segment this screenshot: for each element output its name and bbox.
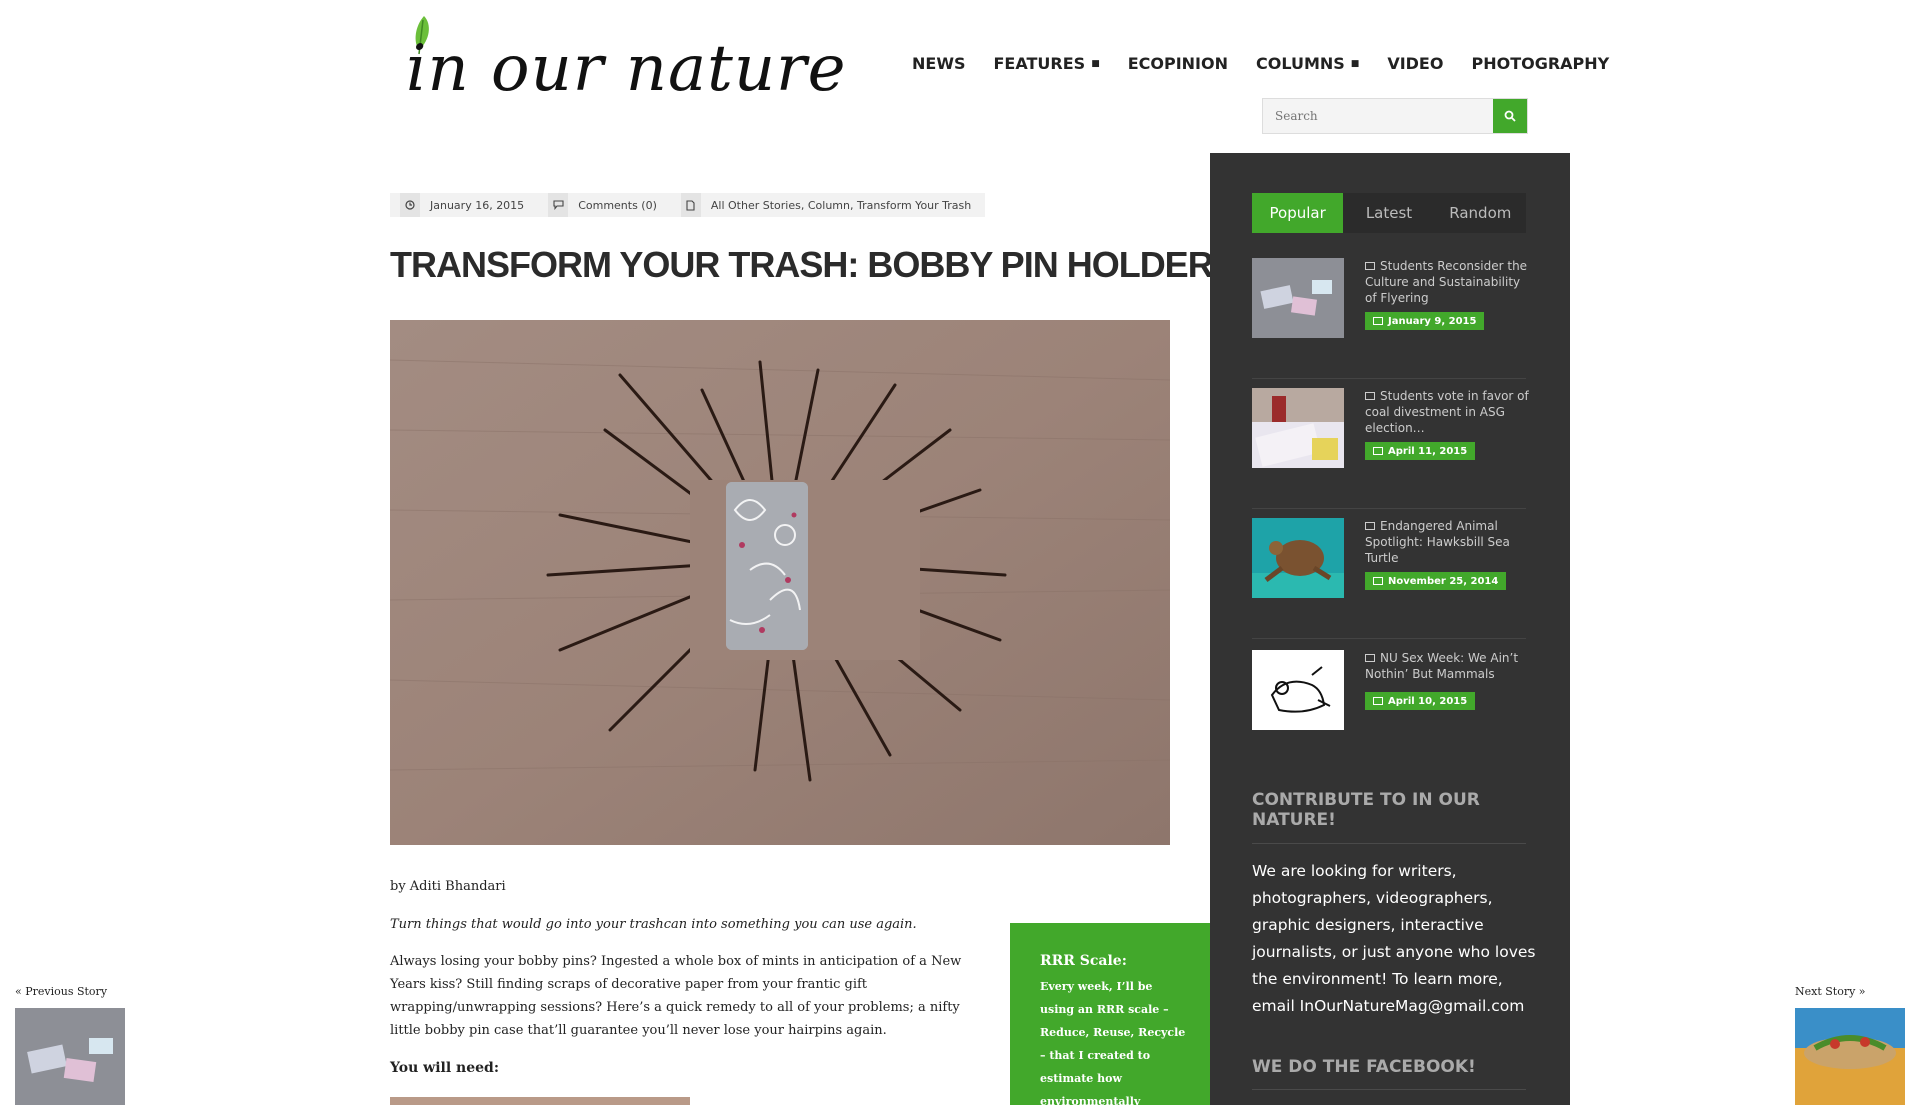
previous-story-link[interactable]: « Previous Story	[15, 985, 107, 998]
post-title-text: NU Sex Week: We Ain’t Nothin’ But Mammal…	[1365, 651, 1519, 681]
search-icon	[1504, 110, 1516, 122]
tab-popular[interactable]: Popular	[1252, 193, 1344, 233]
post-date-text: April 10, 2015	[1388, 695, 1468, 707]
post-date-badge: November 25, 2014	[1365, 572, 1507, 590]
you-will-need-heading: You will need:	[390, 1060, 499, 1076]
dropdown-caret-icon: ■	[1091, 58, 1100, 69]
nav-features[interactable]: FEATURES ■	[994, 54, 1100, 73]
nav-label: VIDEO	[1387, 54, 1444, 73]
image-icon	[1365, 522, 1375, 530]
post-title[interactable]: Students Reconsider the Culture and Sust…	[1365, 258, 1530, 306]
post-thumbnail[interactable]	[1252, 388, 1344, 468]
clock-icon	[400, 193, 420, 217]
meta-date-text: January 16, 2015	[430, 198, 525, 212]
post-title-text: Students vote in favor of coal divestmen…	[1365, 389, 1529, 435]
meta-categories-text: All Other Stories, Column, Transform You…	[710, 198, 972, 212]
popular-post[interactable]: NU Sex Week: We Ain’t Nothin’ But Mammal…	[1252, 650, 1526, 770]
nav-video[interactable]: VIDEO	[1387, 54, 1443, 73]
site-logo[interactable]: in our nature	[400, 12, 890, 112]
nav-photography[interactable]: PHOTOGRAPHY	[1471, 54, 1609, 73]
article-title: TRANSFORM YOUR TRASH: BOBBY PIN HOLDER	[390, 244, 1214, 285]
nav-label: COLUMNS	[1256, 54, 1345, 73]
post-date-text: November 25, 2014	[1388, 575, 1499, 587]
image-icon	[1373, 317, 1383, 325]
post-meta: January 16, 2015 Comments (0) All Other …	[390, 193, 986, 217]
rrr-scale-box: RRR Scale: Every week, I’ll be using an …	[1010, 923, 1210, 1105]
rrr-title: RRR Scale:	[1040, 953, 1127, 969]
intro-text: Turn things that would go into your tras…	[390, 917, 917, 932]
nav-news[interactable]: NEWS	[912, 54, 966, 73]
image-icon	[1365, 392, 1375, 400]
nav-label: ECOPINION	[1127, 54, 1228, 73]
next-story-thumbnail[interactable]	[1795, 1008, 1905, 1105]
next-story-link[interactable]: Next Story »	[1795, 985, 1866, 998]
post-title[interactable]: Students vote in favor of coal divestmen…	[1365, 388, 1530, 436]
contribute-heading: CONTRIBUTE TO IN OUR NATURE!	[1252, 790, 1480, 830]
post-title[interactable]: Endangered Animal Spotlight: Hawksbill S…	[1365, 518, 1530, 566]
sidebar-tabs: Popular Latest Random	[1252, 193, 1526, 233]
previous-story-thumbnail[interactable]	[15, 1008, 125, 1105]
post-date-badge: April 10, 2015	[1365, 692, 1476, 710]
rrr-text: Every week, I’ll be using an RRR scale –…	[1040, 980, 1186, 1105]
comment-icon	[548, 193, 569, 217]
divider	[1252, 843, 1526, 844]
nav-label: NEWS	[912, 54, 966, 73]
byline: by Aditi Bhandari	[390, 879, 506, 894]
post-thumbnail[interactable]	[1252, 258, 1344, 338]
dropdown-caret-icon: ■	[1350, 58, 1360, 69]
featured-image	[390, 320, 1170, 845]
sidebar: Popular Latest Random Students Reconside…	[1210, 153, 1570, 1105]
meta-categories[interactable]: All Other Stories, Column, Transform You…	[671, 193, 985, 217]
meta-comments[interactable]: Comments (0)	[538, 193, 671, 217]
logo-text: in our nature	[406, 32, 847, 106]
facebook-heading: WE DO THE FACEBOOK!	[1252, 1057, 1476, 1077]
popular-post[interactable]: Students vote in favor of coal divestmen…	[1252, 388, 1529, 509]
tab-latest[interactable]: Latest	[1343, 193, 1434, 233]
search-button[interactable]	[1493, 99, 1527, 133]
search-box	[1262, 98, 1528, 134]
post-thumbnail[interactable]	[1252, 518, 1344, 598]
main-nav: NEWS FEATURES ■ ECOPINION COLUMNS ■ VIDEO …	[912, 54, 1637, 73]
post-title[interactable]: NU Sex Week: We Ain’t Nothin’ But Mammal…	[1365, 650, 1530, 682]
document-icon	[680, 193, 701, 217]
image-icon	[1373, 697, 1383, 705]
meta-comments-text: Comments (0)	[578, 198, 657, 212]
search-input[interactable]	[1263, 99, 1491, 133]
meta-date: January 16, 2015	[390, 193, 538, 217]
nav-ecopinion[interactable]: ECOPINION	[1128, 54, 1228, 73]
post-date-badge: April 11, 2015	[1365, 442, 1476, 460]
nav-label: PHOTOGRAPHY	[1471, 54, 1610, 73]
popular-post[interactable]: Endangered Animal Spotlight: Hawksbill S…	[1252, 518, 1526, 639]
image-icon	[1365, 262, 1375, 270]
body-paragraph: Always losing your bobby pins? Ingested …	[390, 954, 962, 1038]
nav-label: FEATURES	[993, 54, 1086, 73]
post-title-text: Students Reconsider the Culture and Sust…	[1365, 259, 1528, 305]
image-icon	[1373, 577, 1383, 585]
nav-columns[interactable]: COLUMNS ■	[1256, 54, 1359, 73]
contribute-text: We are looking for writers, photographer…	[1252, 862, 1536, 1015]
post-title-text: Endangered Animal Spotlight: Hawksbill S…	[1365, 519, 1510, 565]
post-date-text: January 9, 2015	[1388, 315, 1477, 327]
popular-post[interactable]: Students Reconsider the Culture and Sust…	[1252, 258, 1527, 379]
post-date-text: April 11, 2015	[1388, 445, 1468, 457]
materials-image	[390, 1097, 690, 1105]
image-icon	[1373, 447, 1383, 455]
post-thumbnail[interactable]	[1252, 650, 1344, 730]
post-date-badge: January 9, 2015	[1365, 312, 1485, 330]
image-icon	[1365, 654, 1375, 662]
tab-random[interactable]: Random	[1435, 193, 1526, 233]
divider	[1252, 1089, 1526, 1090]
